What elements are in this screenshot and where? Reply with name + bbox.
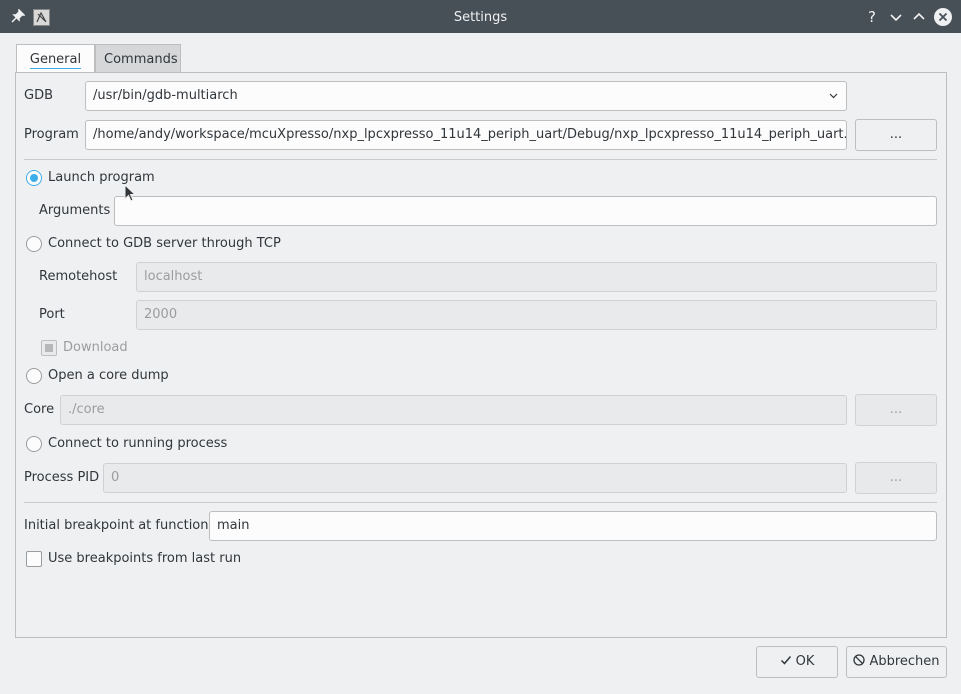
launch-program-radio[interactable] [26, 170, 42, 186]
last-run-breakpoints-label[interactable]: Use breakpoints from last run [48, 551, 241, 566]
download-label: Download [63, 340, 128, 355]
separator [24, 159, 937, 160]
tcp-radio[interactable] [26, 236, 42, 252]
core-dump-radio[interactable] [26, 368, 42, 384]
port-input[interactable]: 2000 [136, 300, 937, 330]
help-icon[interactable]: ? [863, 8, 881, 26]
arguments-label: Arguments [39, 203, 111, 218]
core-dump-label[interactable]: Open a core dump [48, 368, 169, 383]
arguments-input[interactable] [114, 196, 937, 226]
tab-commands[interactable]: Commands [95, 44, 181, 73]
program-label: Program [24, 127, 79, 142]
remotehost-label: Remotehost [39, 269, 118, 284]
title-bar: Settings ? [0, 0, 961, 33]
maximize-icon[interactable] [910, 8, 928, 26]
tab-general[interactable]: General [16, 44, 95, 73]
port-label: Port [39, 307, 65, 322]
last-run-breakpoints-checkbox[interactable] [26, 551, 42, 567]
running-process-radio[interactable] [26, 436, 42, 452]
initial-breakpoint-input[interactable]: main [209, 511, 937, 541]
check-icon [780, 656, 791, 665]
tab-commands-label: Commands [104, 52, 178, 67]
process-browse-button[interactable]: ... [855, 462, 937, 494]
tcp-label[interactable]: Connect to GDB server through TCP [48, 236, 281, 251]
program-browse-button[interactable]: ... [855, 119, 937, 151]
running-process-label[interactable]: Connect to running process [48, 436, 227, 451]
chevron-down-icon [829, 93, 838, 99]
close-icon[interactable] [934, 8, 952, 26]
ok-label: OK [795, 654, 815, 669]
window-title: Settings [453, 10, 508, 25]
process-pid-input[interactable]: 0 [103, 463, 847, 493]
gdb-label: GDB [24, 88, 54, 103]
program-field[interactable]: /home/andy/workspace/mcuXpresso/nxp_lpcx… [85, 120, 847, 150]
tab-general-label: General [29, 52, 82, 69]
ok-button[interactable]: OK [756, 646, 838, 678]
process-pid-label: Process PID [24, 470, 100, 485]
launch-program-label[interactable]: Launch program [48, 170, 155, 185]
core-label: Core [24, 402, 55, 417]
cancel-label: Abbrechen [869, 654, 940, 669]
download-checkbox[interactable] [41, 340, 57, 356]
cancel-button[interactable]: Abbrechen [846, 646, 947, 678]
cancel-icon [853, 654, 866, 666]
minimize-icon[interactable] [887, 8, 905, 26]
separator [24, 502, 937, 503]
gdb-combobox[interactable]: /usr/bin/gdb-multiarch [85, 81, 847, 111]
mouse-cursor-icon [124, 184, 136, 202]
initial-breakpoint-label: Initial breakpoint at function: [24, 518, 213, 533]
remotehost-input[interactable]: localhost [136, 262, 937, 292]
gdb-value: /usr/bin/gdb-multiarch [93, 88, 238, 103]
core-input[interactable]: ./core [60, 395, 847, 425]
core-browse-button[interactable]: ... [855, 394, 937, 426]
